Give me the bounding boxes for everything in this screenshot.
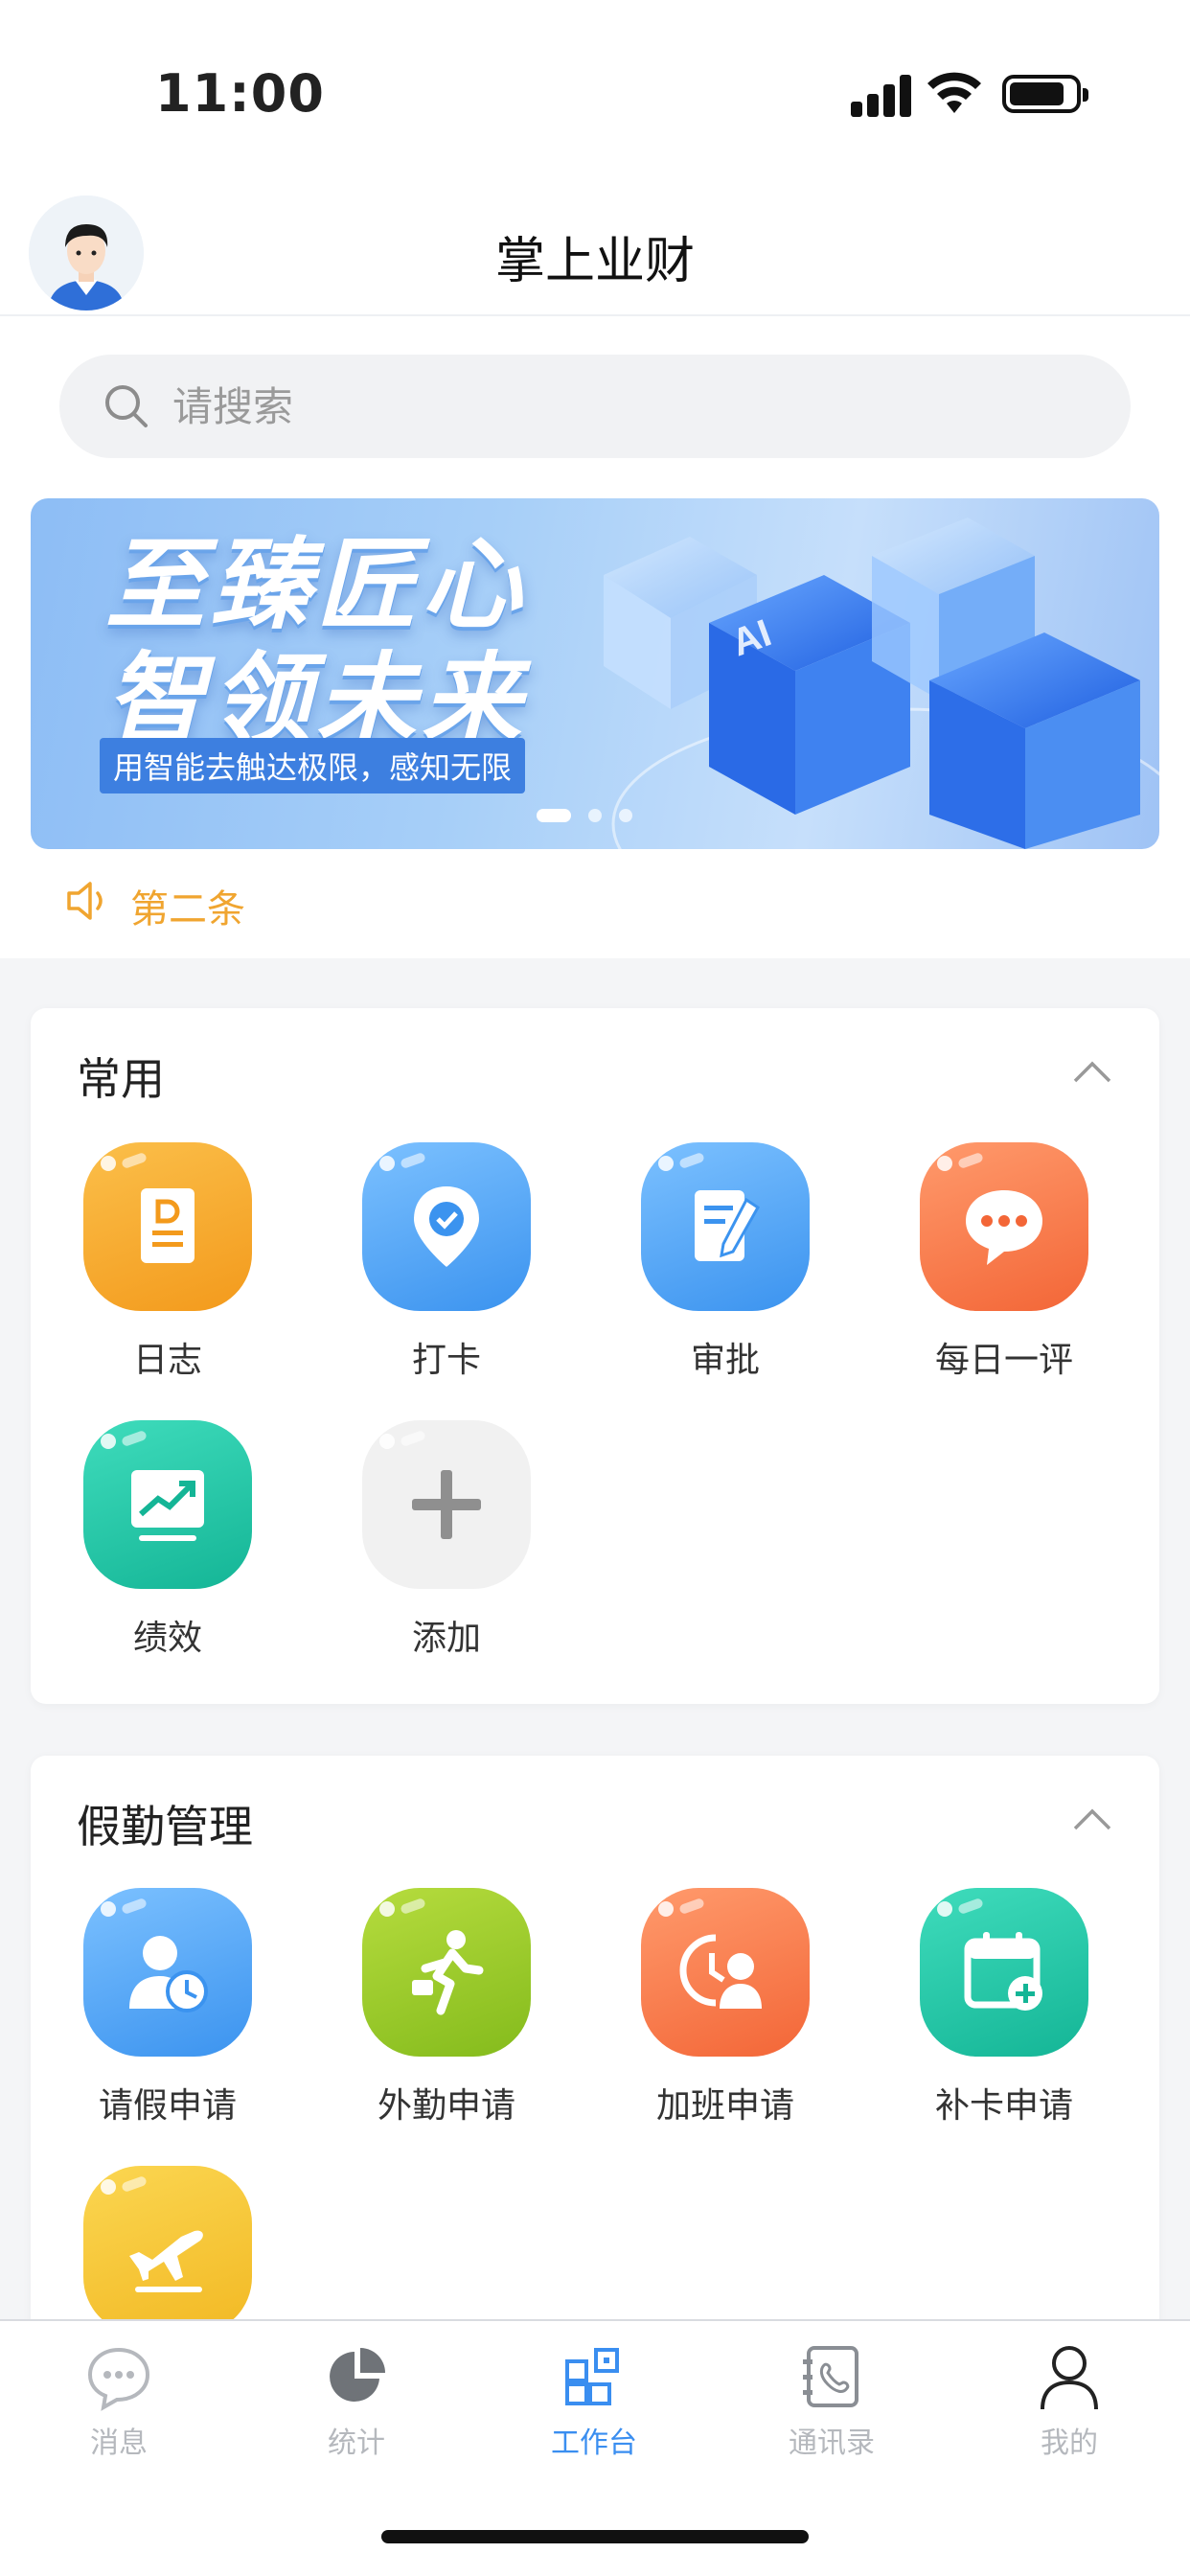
message-icon xyxy=(87,2347,150,2411)
banner-headline: 至臻匠心 智领未来 xyxy=(105,527,527,757)
section-title-attendance: 假勤管理 xyxy=(77,1801,253,1852)
tab-contacts[interactable]: 通讯录 xyxy=(755,2340,908,2461)
promo-banner[interactable]: AI 至臻匠心 智领未来 用智能去触达极限，感知无限 xyxy=(31,498,1159,849)
tab-label: 我的 xyxy=(1041,2426,1098,2460)
chat-icon xyxy=(920,1142,1088,1311)
app-label: 外勤申请 xyxy=(377,2086,515,2126)
leave-icon xyxy=(83,1888,252,2057)
log-icon xyxy=(83,1142,252,1311)
contacts-icon xyxy=(803,2346,858,2407)
wifi-icon xyxy=(927,72,981,113)
chevron-up-icon[interactable] xyxy=(1071,1056,1113,1085)
battery-icon xyxy=(1002,75,1088,113)
banner-headline-line1: 至臻匠心 xyxy=(105,526,528,643)
app-overtime-request[interactable]: 加班申请 xyxy=(620,1888,831,2128)
speaker-icon xyxy=(67,882,103,920)
tab-messages[interactable]: 消息 xyxy=(42,2340,195,2461)
banner-subtitle: 用智能去触达极限，感知无限 xyxy=(100,738,526,794)
tab-label: 消息 xyxy=(90,2426,148,2460)
banner-pagination xyxy=(537,805,650,822)
app-label: 绩效 xyxy=(132,1619,202,1658)
search-input[interactable] xyxy=(172,355,1035,458)
home-indicator xyxy=(381,2530,809,2543)
app-label: 每日一评 xyxy=(934,1341,1073,1380)
app-performance[interactable]: 绩效 xyxy=(62,1420,273,1660)
banner-dot-1[interactable] xyxy=(537,808,571,822)
common-apps-card: 常用 日志 打卡 审批 每日一评 绩效 添加 xyxy=(31,1008,1159,1704)
app-approval[interactable]: 审批 xyxy=(620,1142,831,1382)
app-label: 日志 xyxy=(132,1341,202,1380)
app-daily-review[interactable]: 每日一评 xyxy=(899,1142,1110,1382)
statistics-icon xyxy=(330,2348,385,2402)
plus-icon xyxy=(362,1420,531,1589)
status-time: 11:00 xyxy=(155,63,325,124)
banner-dot-3[interactable] xyxy=(619,808,632,822)
approval-icon xyxy=(641,1142,810,1311)
business-trip-icon xyxy=(83,2166,252,2334)
app-header: 掌上业财 xyxy=(0,182,1190,316)
makeup-card-icon xyxy=(920,1888,1088,2057)
page-title: 掌上业财 xyxy=(494,233,695,290)
field-work-icon xyxy=(362,1888,531,2057)
app-label: 补卡申请 xyxy=(934,2086,1073,2126)
profile-icon xyxy=(1041,2346,1098,2410)
chevron-up-icon[interactable] xyxy=(1071,1804,1113,1832)
workbench-icon xyxy=(565,2348,619,2405)
app-label: 请假申请 xyxy=(98,2086,237,2126)
attendance-card: 假勤管理 请假申请 外勤申请 加班申请 补卡申请 xyxy=(31,1756,1159,2350)
overtime-icon xyxy=(641,1888,810,2057)
search-bar[interactable] xyxy=(59,355,1131,458)
notice-text: 第二条 xyxy=(130,887,245,932)
tab-profile[interactable]: 我的 xyxy=(993,2340,1146,2461)
search-section xyxy=(0,316,1190,479)
app-checkin[interactable]: 打卡 xyxy=(341,1142,552,1382)
section-title-common: 常用 xyxy=(77,1053,165,1105)
tab-label: 通讯录 xyxy=(789,2426,875,2460)
app-label: 添加 xyxy=(411,1619,481,1658)
app-label: 打卡 xyxy=(411,1341,481,1380)
app-label: 加班申请 xyxy=(655,2086,794,2126)
checkin-icon xyxy=(362,1142,531,1311)
tab-statistics[interactable]: 统计 xyxy=(280,2340,433,2461)
app-add[interactable]: 添加 xyxy=(341,1420,552,1660)
tab-label: 工作台 xyxy=(551,2426,637,2460)
performance-icon xyxy=(83,1420,252,1589)
banner-dot-2[interactable] xyxy=(588,808,602,822)
cellular-signal-icon xyxy=(851,75,912,117)
ai-cubes-illustration: AI xyxy=(604,518,1159,849)
app-makeup-card-request[interactable]: 补卡申请 xyxy=(899,1888,1110,2128)
app-leave-request[interactable]: 请假申请 xyxy=(62,1888,273,2128)
tab-workbench[interactable]: 工作台 xyxy=(517,2340,671,2461)
tab-label: 统计 xyxy=(328,2426,385,2460)
search-icon xyxy=(105,385,148,427)
app-label: 审批 xyxy=(690,1341,760,1380)
status-bar: 11:00 xyxy=(0,0,1190,182)
app-log[interactable]: 日志 xyxy=(62,1142,273,1382)
app-field-work-request[interactable]: 外勤申请 xyxy=(341,1888,552,2128)
